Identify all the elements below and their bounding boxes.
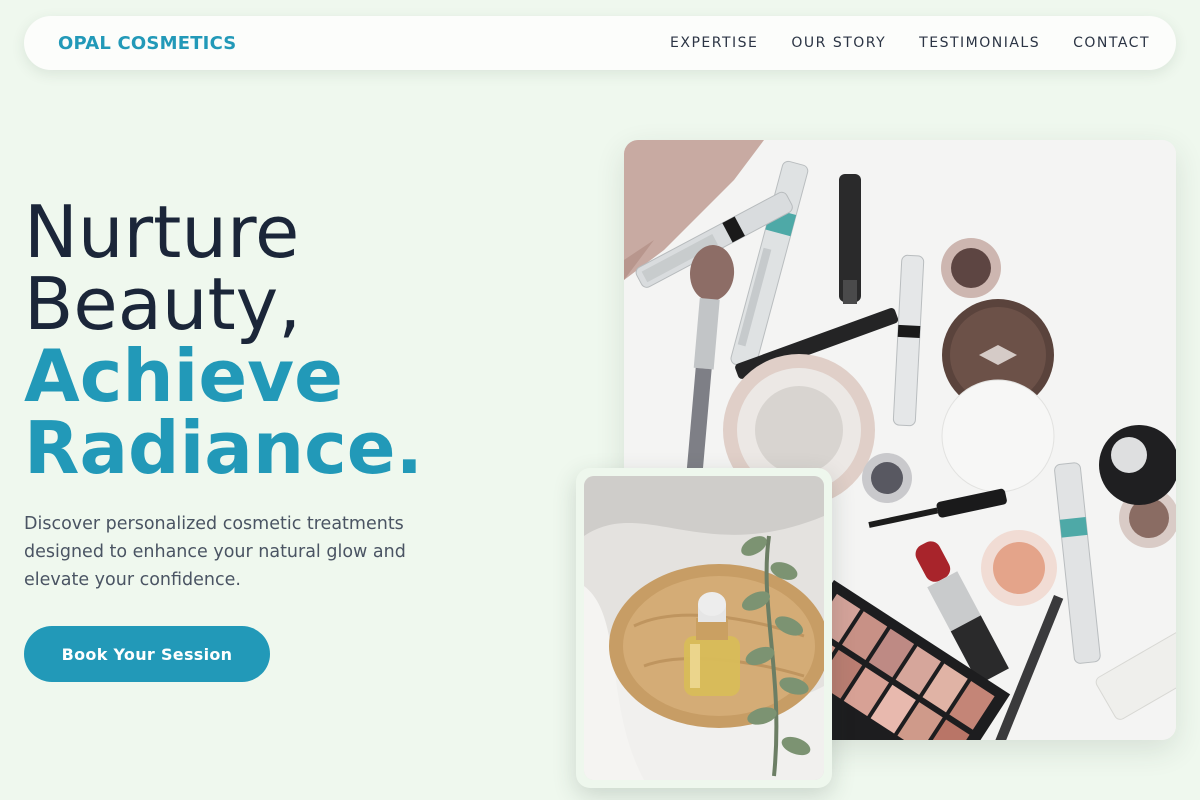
book-session-button[interactable]: Book Your Session [24, 626, 270, 682]
serum-bottle-image [584, 476, 824, 780]
nav-links: EXPERTISE OUR STORY TESTIMONIALS CONTACT [670, 35, 1150, 51]
nav-link-testimonials[interactable]: TESTIMONIALS [919, 35, 1040, 51]
secondary-image-frame [576, 468, 832, 788]
hero-title-accent-2: Radiance. [24, 406, 423, 490]
hero-title-line-2: Beauty, [24, 262, 302, 346]
hero-heading: Nurture Beauty, Achieve Radiance. [24, 196, 423, 484]
top-navigation: OPAL COSMETICS EXPERTISE OUR STORY TESTI… [24, 16, 1176, 70]
hero-title-line-1: Nurture [24, 190, 300, 274]
nav-link-our-story[interactable]: OUR STORY [791, 35, 886, 51]
nav-link-contact[interactable]: CONTACT [1073, 35, 1150, 51]
brand-logo[interactable]: OPAL COSMETICS [58, 33, 236, 54]
nav-link-expertise[interactable]: EXPERTISE [670, 35, 758, 51]
hero-title-accent-1: Achieve [24, 334, 343, 418]
hero-description: Discover personalized cosmetic treatment… [24, 514, 406, 590]
